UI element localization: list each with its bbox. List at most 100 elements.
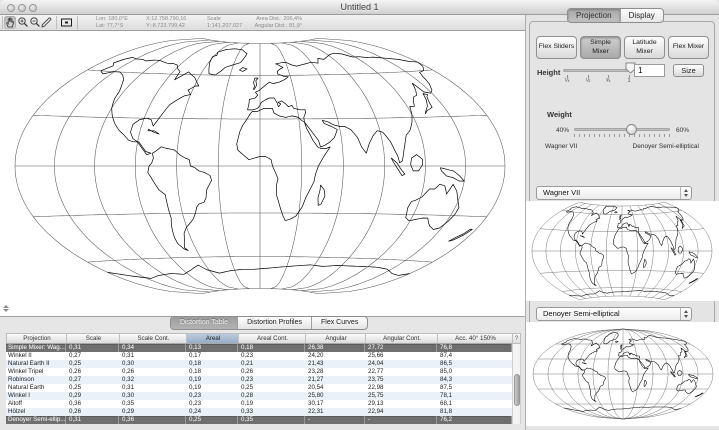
- value-cell: 0,23: [186, 400, 238, 408]
- value-cell: 0,30: [119, 392, 186, 400]
- dropdown-bottom-value: Denoyer Semi-elliptical: [543, 309, 620, 318]
- height-value-field[interactable]: [634, 64, 665, 77]
- flex-projector-window: Untitled 1 Lon: 180,0°ELat: 77,7°S X:12.…: [0, 0, 719, 430]
- distortion-readout: Area Dist.: 206,4%Angular Dist.: 81,9°: [238, 16, 302, 30]
- zoom-in-icon: [17, 16, 29, 29]
- tab-flex-curves[interactable]: Flex Curves: [312, 317, 367, 329]
- map-canvas[interactable]: [0, 31, 525, 317]
- collapse-up-icon: [3, 305, 9, 308]
- toolbar-separator: [56, 16, 57, 29]
- zoom-in-tool[interactable]: [17, 16, 29, 29]
- value-cell: 0,31: [66, 416, 119, 424]
- table-row[interactable]: Robinson0,270,320,190,2321,2723,7584,3: [6, 376, 512, 384]
- value-cell: 0,23: [238, 352, 305, 360]
- distortion-panel: Distortion TableDistortion ProfilesFlex …: [0, 317, 525, 430]
- projection-name-cell: Denoyer Semi-ellip...: [6, 416, 66, 424]
- table-row[interactable]: Aitoff0,360,350,230,1930,1729,1368,1: [6, 400, 512, 408]
- value-cell: 0,30: [119, 360, 186, 368]
- projection-name-cell: Winkel II: [6, 352, 66, 360]
- table-row[interactable]: Winkel I0,290,300,230,2825,8025,7578,1: [6, 392, 512, 400]
- value-cell: 22,31: [305, 408, 365, 416]
- column-header-areal-cont[interactable]: Areal Cont.: [239, 334, 306, 343]
- zoom-out-tool[interactable]: [29, 16, 41, 29]
- table-row[interactable]: Denoyer Semi-ellip...0,310,360,250,35--7…: [6, 416, 512, 424]
- column-header-areal[interactable]: Areal: [187, 334, 239, 343]
- latitude-mixer-button[interactable]: Latitude Mixer: [624, 36, 665, 59]
- table-row[interactable]: Natural Earth0,250,310,190,2520,5422,988…: [6, 384, 512, 392]
- table-row[interactable]: Simple Mixer: Wag...0,310,340,130,1826,3…: [6, 344, 512, 352]
- denoyer-preview: [526, 322, 719, 426]
- world-map[interactable]: [0, 31, 525, 317]
- value-cell: 30,17: [305, 400, 365, 408]
- value-cell: 0,35: [238, 416, 305, 424]
- distortion-tabs: Distortion TableDistortion ProfilesFlex …: [170, 316, 368, 330]
- table-row[interactable]: Hölzel0,260,290,240,3322,3122,9481,8: [6, 408, 512, 416]
- column-header-acc-40-150[interactable]: Acc. 40° 150%: [438, 334, 513, 343]
- fit-extent-tool[interactable]: [60, 16, 72, 29]
- tab-display[interactable]: Display: [621, 9, 663, 22]
- flex-mixer-button[interactable]: Flex Mixer: [668, 36, 709, 59]
- pan-hand-tool[interactable]: [4, 16, 16, 29]
- value-cell: 29,13: [365, 400, 437, 408]
- value-cell: 0,34: [119, 344, 186, 352]
- value-cell: -: [365, 416, 437, 424]
- wagner-vii-preview-map: [526, 201, 719, 301]
- value-cell: 0,24: [186, 408, 238, 416]
- value-cell: 0,23: [238, 376, 305, 384]
- projection-dropdown-bottom[interactable]: Denoyer Semi-elliptical: [536, 307, 692, 321]
- value-cell: 0,36: [119, 416, 186, 424]
- value-cell: 0,26: [66, 368, 119, 376]
- column-header-angular-cont[interactable]: Angular Cont.: [366, 334, 438, 343]
- projection-name-cell: Winkel I: [6, 392, 66, 400]
- toolbar-separator: [2, 16, 3, 29]
- size-button[interactable]: Size: [673, 64, 704, 77]
- measure-tool[interactable]: [41, 16, 53, 29]
- value-cell: 0,29: [66, 392, 119, 400]
- value-cell: 24,04: [365, 360, 437, 368]
- tab-projection[interactable]: Projection: [568, 9, 621, 22]
- projection-name-cell: Hölzel: [6, 408, 66, 416]
- value-cell: 0,19: [186, 384, 238, 392]
- table-scrollbar[interactable]: [512, 344, 521, 424]
- table-row[interactable]: Winkel II0,270,310,170,2324,2025,6687,4: [6, 352, 512, 360]
- column-header-scale[interactable]: Scale: [67, 334, 120, 343]
- distortion-table: Simple Mixer: Wag...0,310,340,130,1826,3…: [6, 344, 512, 424]
- value-cell: 27,72: [365, 344, 437, 352]
- weight-label: Weight: [547, 110, 572, 119]
- tab-distortion-table[interactable]: Distortion Table: [171, 317, 238, 329]
- weight-left-projection-label: Wagner VII: [545, 143, 577, 150]
- column-header-projection[interactable]: Projection: [7, 334, 67, 343]
- value-cell: 0,25: [66, 384, 119, 392]
- pencil-icon: [41, 16, 53, 29]
- value-cell: 22,77: [365, 368, 437, 376]
- column-header-angular[interactable]: Angular: [306, 334, 366, 343]
- tab-distortion-profiles[interactable]: Distortion Profiles: [238, 317, 312, 329]
- splitter-collapse-control[interactable]: [3, 305, 15, 313]
- height-tick-label: 1: [627, 78, 630, 84]
- simple-mixer-button[interactable]: Simple Mixer: [580, 36, 621, 59]
- flex-sliders-button[interactable]: Flex Sliders: [536, 36, 577, 59]
- value-cell: 22,98: [365, 384, 437, 392]
- help-button[interactable]: ?: [512, 333, 521, 344]
- height-slider[interactable]: [563, 69, 630, 72]
- value-cell: 0,25: [238, 384, 305, 392]
- value-cell: 0,26: [66, 408, 119, 416]
- value-cell: 0,26: [119, 368, 186, 376]
- dropdown-stepper-icon: [680, 308, 691, 320]
- table-row[interactable]: Natural Earth II0,250,300,180,2121,4324,…: [6, 360, 512, 368]
- column-header-scale-cont[interactable]: Scale Cont.: [120, 334, 187, 343]
- value-cell: 76,2: [437, 416, 512, 424]
- table-row[interactable]: Winkel Tripel0,260,260,180,2623,2822,778…: [6, 368, 512, 376]
- value-cell: 0,35: [119, 400, 186, 408]
- value-cell: 20,54: [305, 384, 365, 392]
- value-cell: 0,29: [119, 408, 186, 416]
- weight-slider[interactable]: [574, 128, 670, 131]
- value-cell: 0,32: [119, 376, 186, 384]
- projection-dropdown-top[interactable]: Wagner VII: [536, 186, 692, 200]
- height-tick-label: ¾: [606, 78, 611, 84]
- value-cell: 0,36: [66, 400, 119, 408]
- collapse-down-icon: [3, 309, 9, 312]
- zoom-out-icon: [29, 16, 41, 29]
- value-cell: 23,75: [365, 376, 437, 384]
- scrollbar-thumb[interactable]: [514, 374, 520, 406]
